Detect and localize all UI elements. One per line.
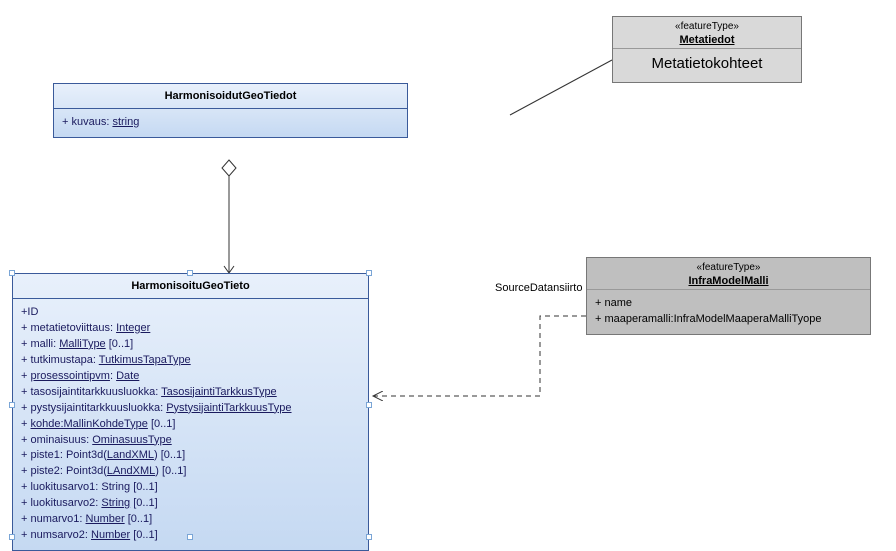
attribute-row: + kuvaus: string bbox=[62, 115, 399, 131]
attribute-row: + pystysijaintitarkkuusluokka: Pystysija… bbox=[21, 401, 360, 417]
attribute-row: + piste1: Point3d(LandXML) [0..1] bbox=[21, 448, 360, 464]
attribute-row: + ominaisuus: OminasuusType bbox=[21, 433, 360, 449]
attribute-row: + tasosijaintitarkkuusluokka: Tasosijain… bbox=[21, 385, 360, 401]
class-title: HarmonisoituGeoTieto bbox=[13, 274, 368, 299]
selection-handle-icon[interactable] bbox=[9, 534, 15, 540]
stereotype-label: «featureType» bbox=[613, 17, 801, 32]
attribute-row: + luokitusarvo1: String [0..1] bbox=[21, 480, 360, 496]
attribute-row: + metatietoviittaus: Integer bbox=[21, 321, 360, 337]
class-body: + name + maaperamalli:InfraModelMaaperaM… bbox=[587, 289, 870, 334]
selection-handle-icon[interactable] bbox=[366, 402, 372, 408]
class-title: HarmonisoidutGeoTiedot bbox=[54, 84, 407, 109]
class-title: Metatiedot bbox=[613, 32, 801, 48]
attribute-row: + numarvo1: Number [0..1] bbox=[21, 512, 360, 528]
attr-prefix: + kuvaus: bbox=[62, 116, 112, 128]
class-subtitle: Metatietokohteet bbox=[613, 48, 801, 82]
attribute-row: + malli: MalliType [0..1] bbox=[21, 337, 360, 353]
class-body: + kuvaus: string bbox=[54, 109, 407, 137]
selection-handle-icon[interactable] bbox=[9, 402, 15, 408]
selection-handle-icon[interactable] bbox=[366, 534, 372, 540]
attribute-row: + name bbox=[595, 296, 862, 312]
class-metatiedot: «featureType» Metatiedot Metatietokohtee… bbox=[612, 16, 802, 83]
attribute-row: +ID bbox=[21, 305, 360, 321]
attribute-row: + piste2: Point3d(LAndXML) [0..1] bbox=[21, 464, 360, 480]
stereotype-label: «featureType» bbox=[587, 258, 870, 273]
class-infra-model-malli: «featureType» InfraModelMalli + name + m… bbox=[586, 257, 871, 335]
class-body: +ID + metatietoviittaus: Integer + malli… bbox=[13, 299, 368, 550]
attribute-row: + prosessointipvm: Date bbox=[21, 369, 360, 385]
attribute-row: + maaperamalli:InfraModelMaaperaMalliTyo… bbox=[595, 312, 862, 328]
selection-handle-icon[interactable] bbox=[187, 270, 193, 276]
dependency-label: SourceDatansiirto bbox=[495, 282, 582, 294]
selection-handle-icon[interactable] bbox=[187, 534, 193, 540]
attribute-row: + kohde:MallinKohdeType [0..1] bbox=[21, 417, 360, 433]
class-title: InfraModelMalli bbox=[587, 273, 870, 289]
attribute-row: + tutkimustapa: TutkimusTapaType bbox=[21, 353, 360, 369]
attr-type: string bbox=[112, 116, 139, 128]
selection-handle-icon[interactable] bbox=[366, 270, 372, 276]
attribute-row: + luokitusarvo2: String [0..1] bbox=[21, 496, 360, 512]
class-harmonisoitu-geo-tieto[interactable]: HarmonisoituGeoTieto +ID + metatietoviit… bbox=[12, 273, 369, 551]
class-harmonisoidut-geo-tiedot: HarmonisoidutGeoTiedot + kuvaus: string bbox=[53, 83, 408, 138]
selection-handle-icon[interactable] bbox=[9, 270, 15, 276]
